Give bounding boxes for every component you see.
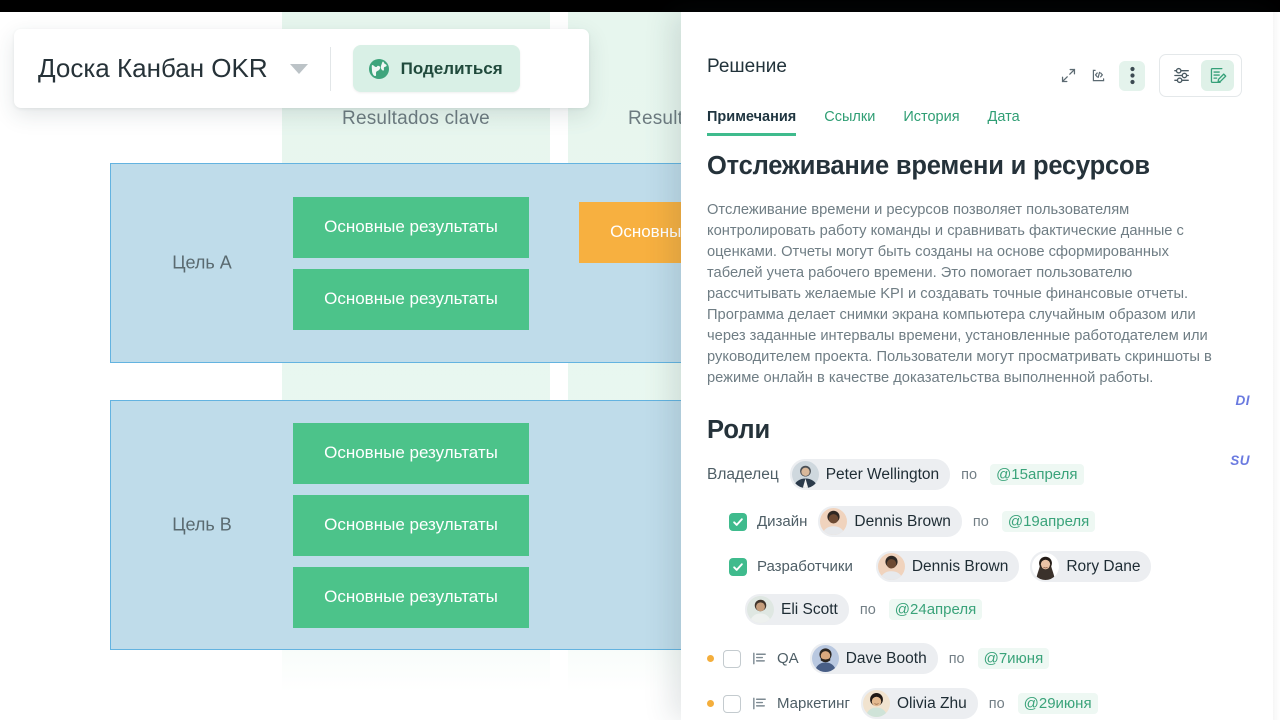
person-name: Dave Booth — [845, 649, 927, 667]
board-title-card: Доска Канбан OKR Поделиться — [14, 29, 589, 108]
person-chip[interactable]: Dennis Brown — [818, 506, 962, 538]
goal-label-a: Цель A — [172, 252, 232, 273]
key-result-card[interactable]: Основные результаты — [293, 422, 529, 484]
roles-heading: Роли — [707, 416, 771, 445]
role-label: QA — [777, 650, 799, 668]
more-vertical-icon[interactable] — [1119, 60, 1145, 91]
role-label: Разработчики — [757, 558, 853, 576]
preposition: по — [948, 650, 965, 667]
status-dot — [707, 700, 714, 708]
person-name: Dennis Brown — [911, 557, 1009, 575]
role-row-design: Дизайн Dennis Brown по @19апреля — [707, 506, 1247, 538]
due-date[interactable]: @24апреля — [888, 599, 983, 621]
person-name: Dennis Brown — [854, 512, 951, 530]
person-chip[interactable]: Dave Booth — [809, 643, 938, 675]
goal-row-b[interactable]: Цель B Основные результаты Основные резу… — [110, 400, 730, 650]
goal-a-cards-col2: Основные результаты — [293, 164, 815, 362]
preposition: по — [859, 601, 876, 618]
key-result-card[interactable]: Основные результаты — [293, 494, 529, 556]
globe-icon — [368, 58, 389, 79]
person-chip[interactable]: Dennis Brown — [875, 551, 1020, 583]
goal-row-a[interactable]: Цель A Основные результаты Основные резу… — [110, 163, 815, 363]
role-label: Дизайн — [757, 513, 808, 531]
list-icon — [751, 650, 768, 667]
role-row-eli-scott: Eli Scott по @24апреля — [707, 594, 1247, 626]
avatar — [1032, 553, 1060, 581]
due-date[interactable]: @7июня — [977, 648, 1050, 670]
side-tag-su: SU — [1230, 453, 1250, 468]
avatar — [747, 596, 774, 624]
share-button-label: Поделиться — [400, 58, 503, 78]
panel-toolbar — [1053, 54, 1242, 97]
panel-content: Отслеживание времени и ресурсов Отслежив… — [707, 152, 1247, 720]
due-date[interactable]: @29июня — [1017, 693, 1098, 715]
detail-panel: Решение Примечания Ссылки История Дата О… — [681, 12, 1280, 720]
content-heading: Отслеживание времени и ресурсов — [707, 152, 1150, 180]
panel-tool-group — [1159, 54, 1242, 97]
tab-ssylki[interactable]: Ссылки — [824, 109, 875, 136]
code-icon[interactable] — [1083, 61, 1113, 91]
top-black-bar — [0, 0, 1280, 12]
role-row-qa: QA Dave Booth по @7июня — [707, 643, 1247, 675]
preposition: по — [972, 513, 989, 530]
person-name: Olivia Zhu — [896, 694, 967, 712]
key-result-card[interactable]: Основные результаты — [293, 566, 529, 628]
due-date[interactable]: @19апреля — [1001, 511, 1096, 533]
avatar — [791, 461, 819, 489]
kanban-column-1-title: Resultados clave — [342, 108, 490, 129]
avatar — [862, 690, 890, 718]
preposition: по — [961, 466, 978, 483]
list-icon — [751, 695, 768, 712]
side-tag-di: DI — [1235, 393, 1250, 408]
checkbox-checked[interactable] — [729, 512, 747, 531]
person-name: Eli Scott — [781, 600, 838, 618]
avatar — [877, 553, 905, 581]
person-chip[interactable]: Peter Wellington — [789, 459, 951, 491]
kanban-board: Resultados clave Resultados clave Цель A… — [0, 12, 836, 720]
sliders-icon[interactable] — [1167, 61, 1197, 91]
person-name: Peter Wellington — [825, 465, 940, 483]
role-row-owner: Владелец Peter Wellington по @15апреля — [707, 459, 1247, 491]
tab-primechaniya[interactable]: Примечания — [707, 109, 797, 136]
panel-scrollbar[interactable] — [1273, 12, 1280, 720]
panel-title: Решение — [707, 56, 787, 77]
avatar — [820, 508, 848, 536]
role-row-marketing: Маркетинг Olivia Zhu по @29июня — [707, 688, 1247, 720]
person-chip[interactable]: Eli Scott — [745, 594, 849, 626]
divider — [329, 46, 331, 91]
person-chip[interactable]: Rory Dane — [1030, 551, 1152, 583]
person-name: Rory Dane — [1066, 557, 1141, 575]
tab-data[interactable]: Дата — [988, 109, 1020, 136]
board-title: Доска Канбан OKR — [38, 53, 268, 83]
chevron-down-icon[interactable] — [289, 63, 308, 74]
person-chip[interactable]: Olivia Zhu — [860, 688, 978, 720]
due-date[interactable]: @15апреля — [990, 464, 1084, 486]
goal-label-b: Цель B — [172, 514, 232, 535]
role-label: Маркетинг — [777, 695, 850, 713]
app-root: Resultados clave Resultados clave Цель A… — [0, 0, 1280, 720]
share-button[interactable]: Поделиться — [352, 45, 520, 92]
checkbox-empty[interactable] — [723, 649, 741, 668]
checkbox-checked[interactable] — [729, 557, 747, 576]
panel-tabs: Примечания Ссылки История Дата — [707, 109, 1020, 136]
content-paragraph: Отслеживание времени и ресурсов позволяе… — [707, 202, 1212, 386]
panel-header: Решение — [707, 56, 787, 78]
avatar — [811, 645, 839, 673]
role-label: Владелец — [707, 465, 779, 483]
goal-b-cards: Основные результаты Основные результаты … — [293, 401, 731, 649]
preposition: по — [988, 695, 1005, 712]
checkbox-empty[interactable] — [723, 694, 741, 713]
tab-istoriya[interactable]: История — [903, 109, 959, 136]
expand-icon[interactable] — [1053, 61, 1083, 91]
status-dot — [707, 655, 714, 663]
note-edit-icon[interactable] — [1201, 60, 1234, 91]
role-row-developers: Разработчики Dennis Brown Rory Dane — [707, 551, 1247, 583]
